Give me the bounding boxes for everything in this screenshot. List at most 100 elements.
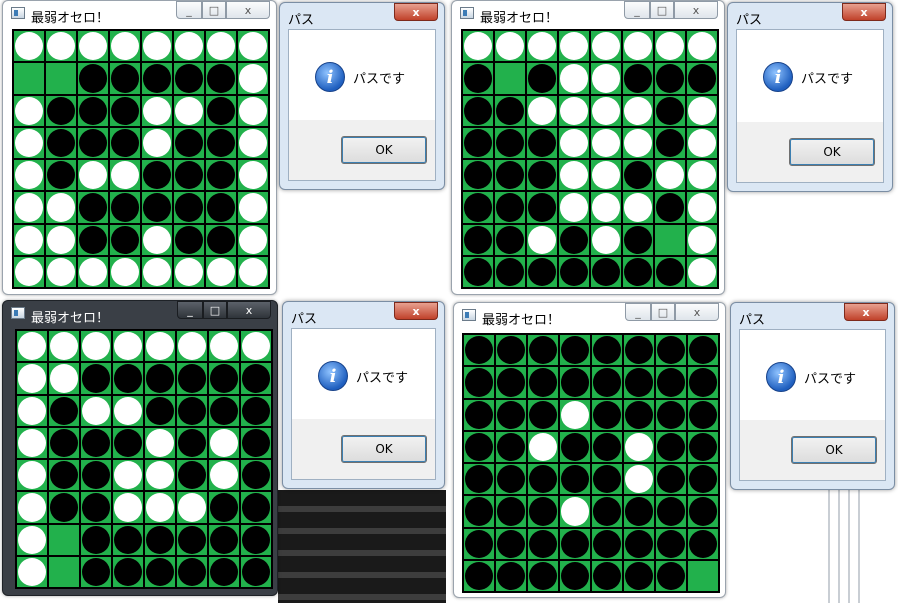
board-cell[interactable] bbox=[559, 127, 589, 158]
board-cell[interactable] bbox=[206, 95, 236, 126]
board-cell[interactable] bbox=[624, 528, 654, 559]
board-cell[interactable] bbox=[560, 335, 590, 366]
board-cell[interactable] bbox=[495, 31, 525, 62]
board-cell[interactable] bbox=[560, 560, 590, 591]
board-cell[interactable] bbox=[145, 460, 175, 491]
board-cell[interactable] bbox=[14, 192, 44, 223]
board-cell[interactable] bbox=[241, 363, 271, 394]
board-cell[interactable] bbox=[238, 95, 268, 126]
board-cell[interactable] bbox=[655, 224, 685, 255]
board-cell[interactable] bbox=[14, 256, 44, 287]
board-cell[interactable] bbox=[496, 431, 526, 462]
board-cell[interactable] bbox=[464, 431, 494, 462]
board-cell[interactable] bbox=[591, 224, 621, 255]
board-cell[interactable] bbox=[495, 160, 525, 191]
board-cell[interactable] bbox=[655, 192, 685, 223]
board-cell[interactable] bbox=[495, 127, 525, 158]
board-cell[interactable] bbox=[495, 256, 525, 287]
board-cell[interactable] bbox=[209, 524, 239, 555]
board-cell[interactable] bbox=[688, 431, 718, 462]
board-cell[interactable] bbox=[592, 528, 622, 559]
board-cell[interactable] bbox=[145, 492, 175, 523]
minimize-button[interactable]: _ bbox=[177, 301, 203, 319]
board-cell[interactable] bbox=[241, 427, 271, 458]
board-cell[interactable] bbox=[623, 63, 653, 94]
board-cell[interactable] bbox=[174, 63, 204, 94]
board-cell[interactable] bbox=[656, 335, 686, 366]
board-cell[interactable] bbox=[174, 95, 204, 126]
board-cell[interactable] bbox=[78, 192, 108, 223]
board-cell[interactable] bbox=[142, 63, 172, 94]
board-cell[interactable] bbox=[623, 256, 653, 287]
board-cell[interactable] bbox=[688, 560, 718, 591]
board-cell[interactable] bbox=[624, 431, 654, 462]
board-cell[interactable] bbox=[145, 331, 175, 362]
board-cell[interactable] bbox=[241, 331, 271, 362]
board-cell[interactable] bbox=[81, 395, 111, 426]
board-cell[interactable] bbox=[527, 31, 557, 62]
board-cell[interactable] bbox=[591, 127, 621, 158]
board-cell[interactable] bbox=[49, 524, 79, 555]
board-cell[interactable] bbox=[78, 31, 108, 62]
board-cell[interactable] bbox=[496, 528, 526, 559]
board-cell[interactable] bbox=[177, 395, 207, 426]
board-cell[interactable] bbox=[206, 256, 236, 287]
board-cell[interactable] bbox=[528, 464, 558, 495]
board-cell[interactable] bbox=[592, 335, 622, 366]
board-cell[interactable] bbox=[78, 63, 108, 94]
board-cell[interactable] bbox=[559, 224, 589, 255]
board-cell[interactable] bbox=[591, 31, 621, 62]
board-cell[interactable] bbox=[209, 395, 239, 426]
board-cell[interactable] bbox=[624, 560, 654, 591]
board-cell[interactable] bbox=[206, 31, 236, 62]
board-cell[interactable] bbox=[688, 367, 718, 398]
board-cell[interactable] bbox=[17, 427, 47, 458]
board-cell[interactable] bbox=[46, 256, 76, 287]
board-cell[interactable] bbox=[49, 363, 79, 394]
board-cell[interactable] bbox=[174, 160, 204, 191]
board-cell[interactable] bbox=[113, 363, 143, 394]
board-cell[interactable] bbox=[174, 127, 204, 158]
board-cell[interactable] bbox=[81, 556, 111, 587]
board-cell[interactable] bbox=[624, 496, 654, 527]
maximize-button[interactable]: □ bbox=[203, 301, 227, 319]
board-cell[interactable] bbox=[527, 95, 557, 126]
minimize-button[interactable]: _ bbox=[176, 1, 202, 19]
board-cell[interactable] bbox=[527, 256, 557, 287]
board-cell[interactable] bbox=[496, 464, 526, 495]
board-cell[interactable] bbox=[177, 556, 207, 587]
board-cell[interactable] bbox=[238, 192, 268, 223]
board-cell[interactable] bbox=[241, 492, 271, 523]
board-cell[interactable] bbox=[623, 224, 653, 255]
board-cell[interactable] bbox=[527, 192, 557, 223]
board-cell[interactable] bbox=[110, 224, 140, 255]
board-cell[interactable] bbox=[17, 331, 47, 362]
board-cell[interactable] bbox=[463, 224, 493, 255]
board-cell[interactable] bbox=[528, 431, 558, 462]
board-cell[interactable] bbox=[14, 95, 44, 126]
board-cell[interactable] bbox=[113, 556, 143, 587]
board-cell[interactable] bbox=[528, 560, 558, 591]
board-cell[interactable] bbox=[528, 399, 558, 430]
board-cell[interactable] bbox=[241, 460, 271, 491]
board-cell[interactable] bbox=[655, 256, 685, 287]
board-cell[interactable] bbox=[592, 560, 622, 591]
board-cell[interactable] bbox=[592, 431, 622, 462]
board-cell[interactable] bbox=[17, 395, 47, 426]
board-cell[interactable] bbox=[463, 160, 493, 191]
board-cell[interactable] bbox=[142, 95, 172, 126]
board-cell[interactable] bbox=[81, 427, 111, 458]
board-cell[interactable] bbox=[78, 95, 108, 126]
board-cell[interactable] bbox=[559, 160, 589, 191]
board-cell[interactable] bbox=[110, 95, 140, 126]
board-cell[interactable] bbox=[495, 192, 525, 223]
board-cell[interactable] bbox=[463, 95, 493, 126]
board-cell[interactable] bbox=[623, 192, 653, 223]
board-cell[interactable] bbox=[14, 31, 44, 62]
board-cell[interactable] bbox=[49, 395, 79, 426]
board-cell[interactable] bbox=[528, 335, 558, 366]
board-cell[interactable] bbox=[623, 127, 653, 158]
maximize-button[interactable]: □ bbox=[650, 1, 674, 19]
board-cell[interactable] bbox=[174, 192, 204, 223]
dialog-close-button[interactable]: x bbox=[842, 3, 886, 21]
